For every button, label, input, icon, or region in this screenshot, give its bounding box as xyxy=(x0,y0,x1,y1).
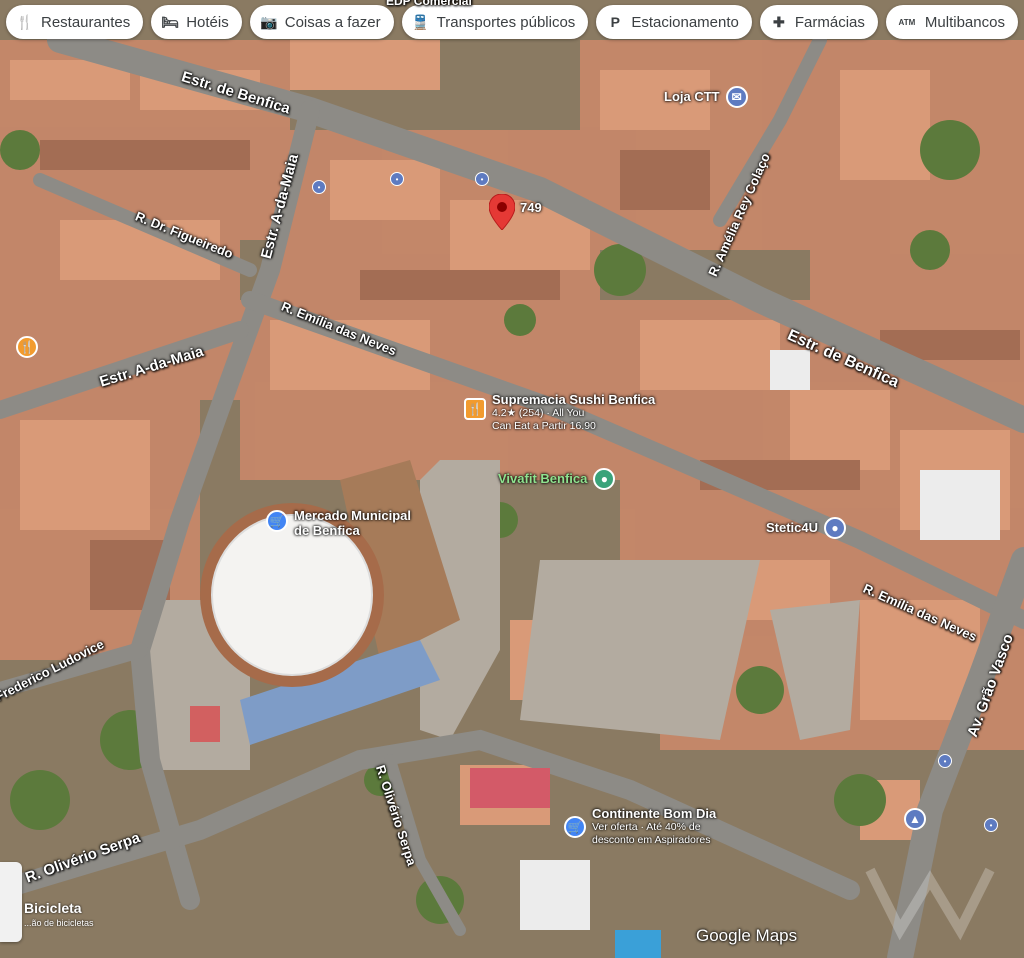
poi-name: Stetic4U xyxy=(766,520,819,535)
fork-knife-icon: 🍴 xyxy=(16,13,34,30)
bike-layer-sublabel: ...ão de bicicletas xyxy=(24,918,94,928)
bus-stop-icon[interactable]: • xyxy=(312,180,326,194)
chip-transit[interactable]: 🚆 Transportes públicos xyxy=(401,5,589,39)
chip-label: Restaurantes xyxy=(41,13,131,31)
poi-name: Supremacia Sushi Benfica xyxy=(492,392,656,407)
location-pin-icon[interactable] xyxy=(489,194,515,230)
bus-icon: 🚆 xyxy=(411,13,430,30)
atm-icon: ATM xyxy=(898,17,916,27)
poi-loja-ctt[interactable]: ✉ Loja CTT xyxy=(664,86,748,108)
school-icon[interactable]: ▲ xyxy=(904,808,926,830)
chip-label: Coisas a fazer xyxy=(284,13,381,31)
chip-label: Transportes públicos xyxy=(436,13,576,31)
poi-name: Continente Bom Dia xyxy=(592,806,717,821)
poi-name: Mercado Municipal xyxy=(294,508,412,523)
poi-offer-detail: desconto em Aspiradores xyxy=(592,834,711,846)
chip-label: Farmácias xyxy=(794,13,865,31)
shopping-cart-icon: 🛒 xyxy=(266,510,288,532)
camera-icon: 📷 xyxy=(260,13,278,30)
bus-stop-icon[interactable]: • xyxy=(475,172,489,186)
gym-icon: ● xyxy=(593,468,616,490)
bus-stop-icon[interactable]: • xyxy=(984,818,998,832)
poi-rating: 4.2★ (254) · All You xyxy=(492,407,585,419)
bike-layer-button[interactable] xyxy=(0,862,22,942)
chip-things-to-do[interactable]: 📷 Coisas a fazer xyxy=(249,5,394,39)
poi-description: Can Eat a Partir 16.90 xyxy=(492,420,596,432)
poi-name: Vivafit Benfica xyxy=(498,471,588,486)
bike-layer-label: Bicicleta xyxy=(24,900,82,916)
poi-continente[interactable]: 🛒 Continente Bom Dia Ver oferta · Até 40… xyxy=(564,806,716,847)
poi-mercado-municipal[interactable]: 🛒 Mercado Municipal de Benfica xyxy=(266,508,411,538)
poi-offer: Ver oferta · Até 40% de xyxy=(592,821,701,833)
chip-label: Hotéis xyxy=(186,13,229,31)
bed-icon: 🛏 xyxy=(161,13,180,30)
bus-stop-icon[interactable]: • xyxy=(390,172,404,186)
chip-label: Multibancos xyxy=(924,13,1005,31)
google-maps-attribution: Google Maps xyxy=(696,926,798,945)
chip-atms[interactable]: ATM Multibancos xyxy=(885,5,1018,39)
poi-name-line2: de Benfica xyxy=(294,523,360,538)
pin-label: 749 xyxy=(520,200,542,215)
poi-stetic4u[interactable]: ● Stetic4U xyxy=(766,517,847,539)
poi-vivafit[interactable]: ● Vivafit Benfica xyxy=(498,468,616,490)
street-label: EDP Comercial xyxy=(386,0,472,8)
location-dot-icon: ● xyxy=(824,517,847,539)
poi-name: Loja CTT xyxy=(664,89,720,104)
fork-knife-icon: 🍴 xyxy=(464,398,486,420)
chip-label: Estacionamento xyxy=(631,13,739,31)
parking-icon: P xyxy=(610,14,620,30)
chip-restaurants[interactable]: 🍴 Restaurantes xyxy=(6,5,144,39)
poi-supremacia-sushi[interactable]: 🍴 Supremacia Sushi Benfica 4.2★ (254) · … xyxy=(464,392,655,433)
chip-pharmacies[interactable]: ✚ Farmácias xyxy=(759,5,878,39)
fork-knife-icon[interactable]: 🍴 xyxy=(16,336,38,358)
mail-icon: ✉ xyxy=(725,86,748,108)
bus-stop-icon[interactable]: • xyxy=(938,754,952,768)
chip-parking[interactable]: P Estacionamento xyxy=(596,5,752,39)
category-chip-bar: 🍴 Restaurantes 🛏 Hotéis 📷 Coisas a fazer 🚆 T… xyxy=(6,5,1018,41)
shopping-cart-icon: 🛒 xyxy=(564,816,586,838)
chip-hotels[interactable]: 🛏 Hotéis xyxy=(151,5,242,39)
pharmacy-icon: ✚ xyxy=(773,13,785,30)
